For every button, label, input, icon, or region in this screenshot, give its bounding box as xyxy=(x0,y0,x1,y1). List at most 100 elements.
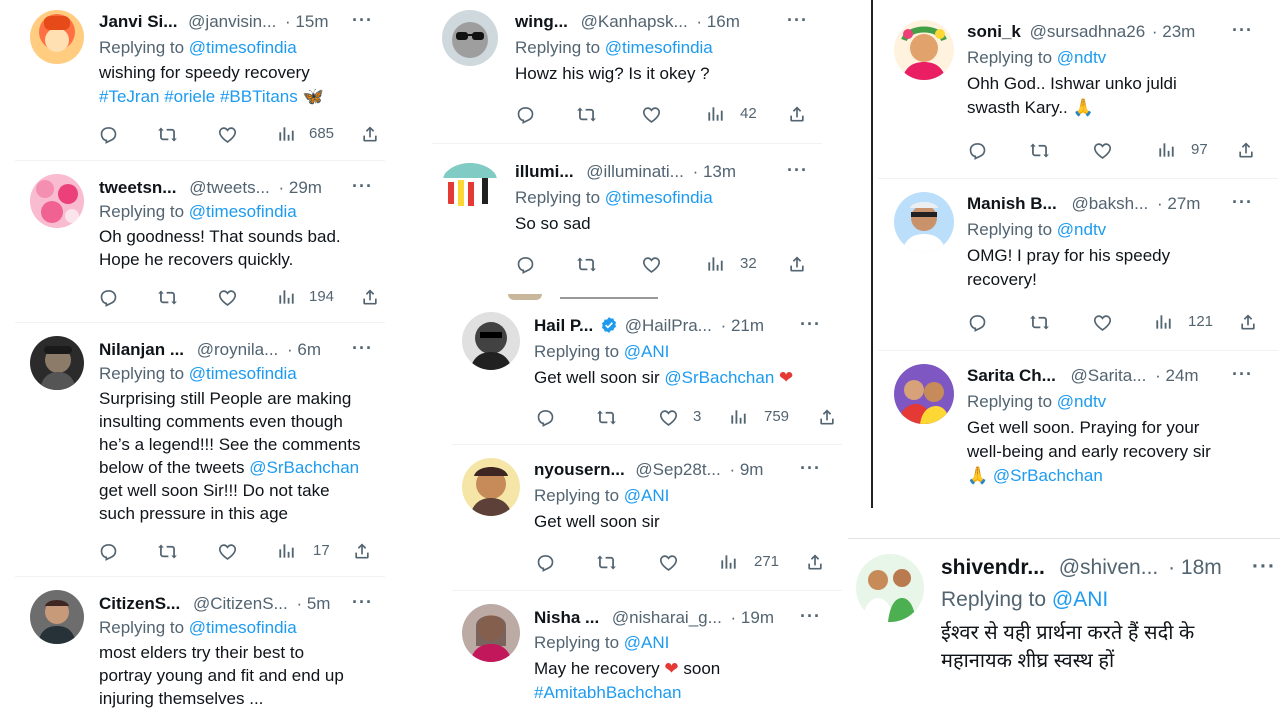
share-icon[interactable] xyxy=(817,407,837,427)
views-icon[interactable] xyxy=(718,552,738,572)
reply-icon[interactable] xyxy=(515,104,536,125)
more-icon[interactable]: ··· xyxy=(352,10,373,31)
tweet[interactable]: Nisha ... @nisharai_g... · 19m ··· Reply… xyxy=(462,598,842,720)
avatar[interactable] xyxy=(894,20,954,80)
user-handle[interactable]: @HailPra... xyxy=(625,316,712,335)
more-icon[interactable]: ··· xyxy=(1232,192,1253,213)
avatar[interactable] xyxy=(894,192,954,252)
like-icon[interactable] xyxy=(217,541,238,562)
avatar[interactable] xyxy=(30,174,84,228)
reply-mention-link[interactable]: @ANI xyxy=(1052,588,1108,611)
reply-icon[interactable] xyxy=(535,407,556,428)
user-handle[interactable]: @Sep28t... xyxy=(635,460,720,479)
retweet-icon[interactable] xyxy=(157,541,178,562)
timestamp[interactable]: · 5m xyxy=(296,594,330,613)
views-icon[interactable] xyxy=(276,541,296,561)
tweet[interactable]: CitizenS... @CitizenS... · 5m ··· Replyi… xyxy=(30,586,390,720)
tweet[interactable]: soni_k @sursadhna26 · 23m ··· Replying t… xyxy=(894,14,1266,164)
display-name[interactable]: Janvi Si... xyxy=(99,12,177,31)
tweet[interactable]: wing... @Kanhapsk... · 16m ··· Replying … xyxy=(442,6,822,138)
share-icon[interactable] xyxy=(787,254,807,274)
like-icon[interactable] xyxy=(658,552,679,573)
timestamp[interactable]: · 9m xyxy=(729,460,763,479)
tweet[interactable]: nyousern... @Sep28t... · 9m ··· Replying… xyxy=(462,452,842,586)
avatar[interactable] xyxy=(30,336,84,390)
reply-mention-link[interactable]: @ndtv xyxy=(1057,392,1106,411)
tweet[interactable]: Manish B... @baksh... · 27m ··· Replying… xyxy=(894,186,1266,336)
hashtag-link[interactable]: #AmitabhBachchan xyxy=(534,683,681,702)
views-icon[interactable] xyxy=(1153,312,1173,332)
views-icon[interactable] xyxy=(1156,140,1176,160)
timestamp[interactable]: · 21m xyxy=(721,316,764,335)
reply-icon[interactable] xyxy=(98,287,119,308)
avatar[interactable] xyxy=(30,10,84,64)
retweet-icon[interactable] xyxy=(157,124,178,145)
more-icon[interactable]: ··· xyxy=(1232,364,1253,385)
mention-link[interactable]: @SrBachchan xyxy=(664,368,774,387)
retweet-icon[interactable] xyxy=(157,287,178,308)
avatar[interactable] xyxy=(894,364,954,424)
tweet[interactable]: tweetsn... @tweets... · 29m ··· Replying… xyxy=(30,170,390,315)
views-icon[interactable] xyxy=(705,254,725,274)
timestamp[interactable]: · 16m xyxy=(696,12,739,31)
reply-mention-link[interactable]: @timesofindia xyxy=(605,38,713,57)
share-icon[interactable] xyxy=(805,552,825,572)
user-handle[interactable]: @roynila... xyxy=(197,340,279,359)
views-icon[interactable] xyxy=(276,124,296,144)
reply-mention-link[interactable]: @ANI xyxy=(624,342,670,361)
reply-mention-link[interactable]: @timesofindia xyxy=(189,618,297,637)
user-handle[interactable]: @sursadhna26 xyxy=(1030,22,1146,41)
retweet-icon[interactable] xyxy=(1029,140,1050,161)
avatar[interactable] xyxy=(462,458,520,516)
retweet-icon[interactable] xyxy=(576,254,597,275)
share-icon[interactable] xyxy=(360,287,380,307)
user-handle[interactable]: @nisharai_g... xyxy=(612,608,722,627)
user-handle[interactable]: @baksh... xyxy=(1071,194,1148,213)
more-icon[interactable]: ··· xyxy=(352,592,373,613)
retweet-icon[interactable] xyxy=(576,104,597,125)
avatar[interactable] xyxy=(462,312,520,370)
more-icon[interactable]: ··· xyxy=(800,458,821,479)
reply-icon[interactable] xyxy=(967,312,988,333)
tweet[interactable]: illumi... @illuminati... · 13m ··· Reply… xyxy=(442,152,822,288)
display-name[interactable]: Nisha ... xyxy=(534,608,599,627)
retweet-icon[interactable] xyxy=(1029,312,1050,333)
more-icon[interactable]: ··· xyxy=(1232,20,1253,41)
retweet-icon[interactable] xyxy=(596,552,617,573)
user-handle[interactable]: @illuminati... xyxy=(586,162,684,181)
timestamp[interactable]: · 18m xyxy=(1168,556,1222,579)
reply-mention-link[interactable]: @ANI xyxy=(624,633,670,652)
display-name[interactable]: Nilanjan ... xyxy=(99,340,184,359)
display-name[interactable]: illumi... xyxy=(515,162,574,181)
reply-icon[interactable] xyxy=(98,124,119,145)
user-handle[interactable]: @shiven... xyxy=(1059,556,1159,579)
more-icon[interactable]: ··· xyxy=(352,176,373,197)
views-icon[interactable] xyxy=(728,407,748,427)
reply-icon[interactable] xyxy=(515,254,536,275)
like-icon[interactable] xyxy=(217,124,238,145)
more-icon[interactable]: ··· xyxy=(1252,555,1276,579)
avatar[interactable] xyxy=(442,10,498,66)
tweet[interactable]: Janvi Si... @janvisin... · 15m ··· Reply… xyxy=(30,8,390,158)
avatar[interactable] xyxy=(856,554,924,622)
more-icon[interactable]: ··· xyxy=(352,338,373,359)
display-name[interactable]: Manish B... xyxy=(967,194,1057,213)
timestamp[interactable]: · 27m xyxy=(1157,194,1200,213)
hashtag-link[interactable]: #TeJran #oriele #BBTitans xyxy=(99,87,298,106)
display-name[interactable]: Hail P... xyxy=(534,316,593,335)
share-icon[interactable] xyxy=(1238,312,1258,332)
display-name[interactable]: wing... xyxy=(515,12,568,31)
more-icon[interactable]: ··· xyxy=(800,314,821,335)
reply-mention-link[interactable]: @ndtv xyxy=(1057,220,1106,239)
more-icon[interactable]: ··· xyxy=(787,160,808,181)
like-icon[interactable] xyxy=(658,407,679,428)
more-icon[interactable]: ··· xyxy=(787,10,808,31)
reply-icon[interactable] xyxy=(98,541,119,562)
like-icon[interactable] xyxy=(641,104,662,125)
user-handle[interactable]: @janvisin... xyxy=(188,12,276,31)
display-name[interactable]: Sarita Ch... xyxy=(967,366,1056,385)
timestamp[interactable]: · 13m xyxy=(693,162,736,181)
retweet-icon[interactable] xyxy=(596,407,617,428)
share-icon[interactable] xyxy=(1236,140,1256,160)
timestamp[interactable]: · 6m xyxy=(287,340,321,359)
